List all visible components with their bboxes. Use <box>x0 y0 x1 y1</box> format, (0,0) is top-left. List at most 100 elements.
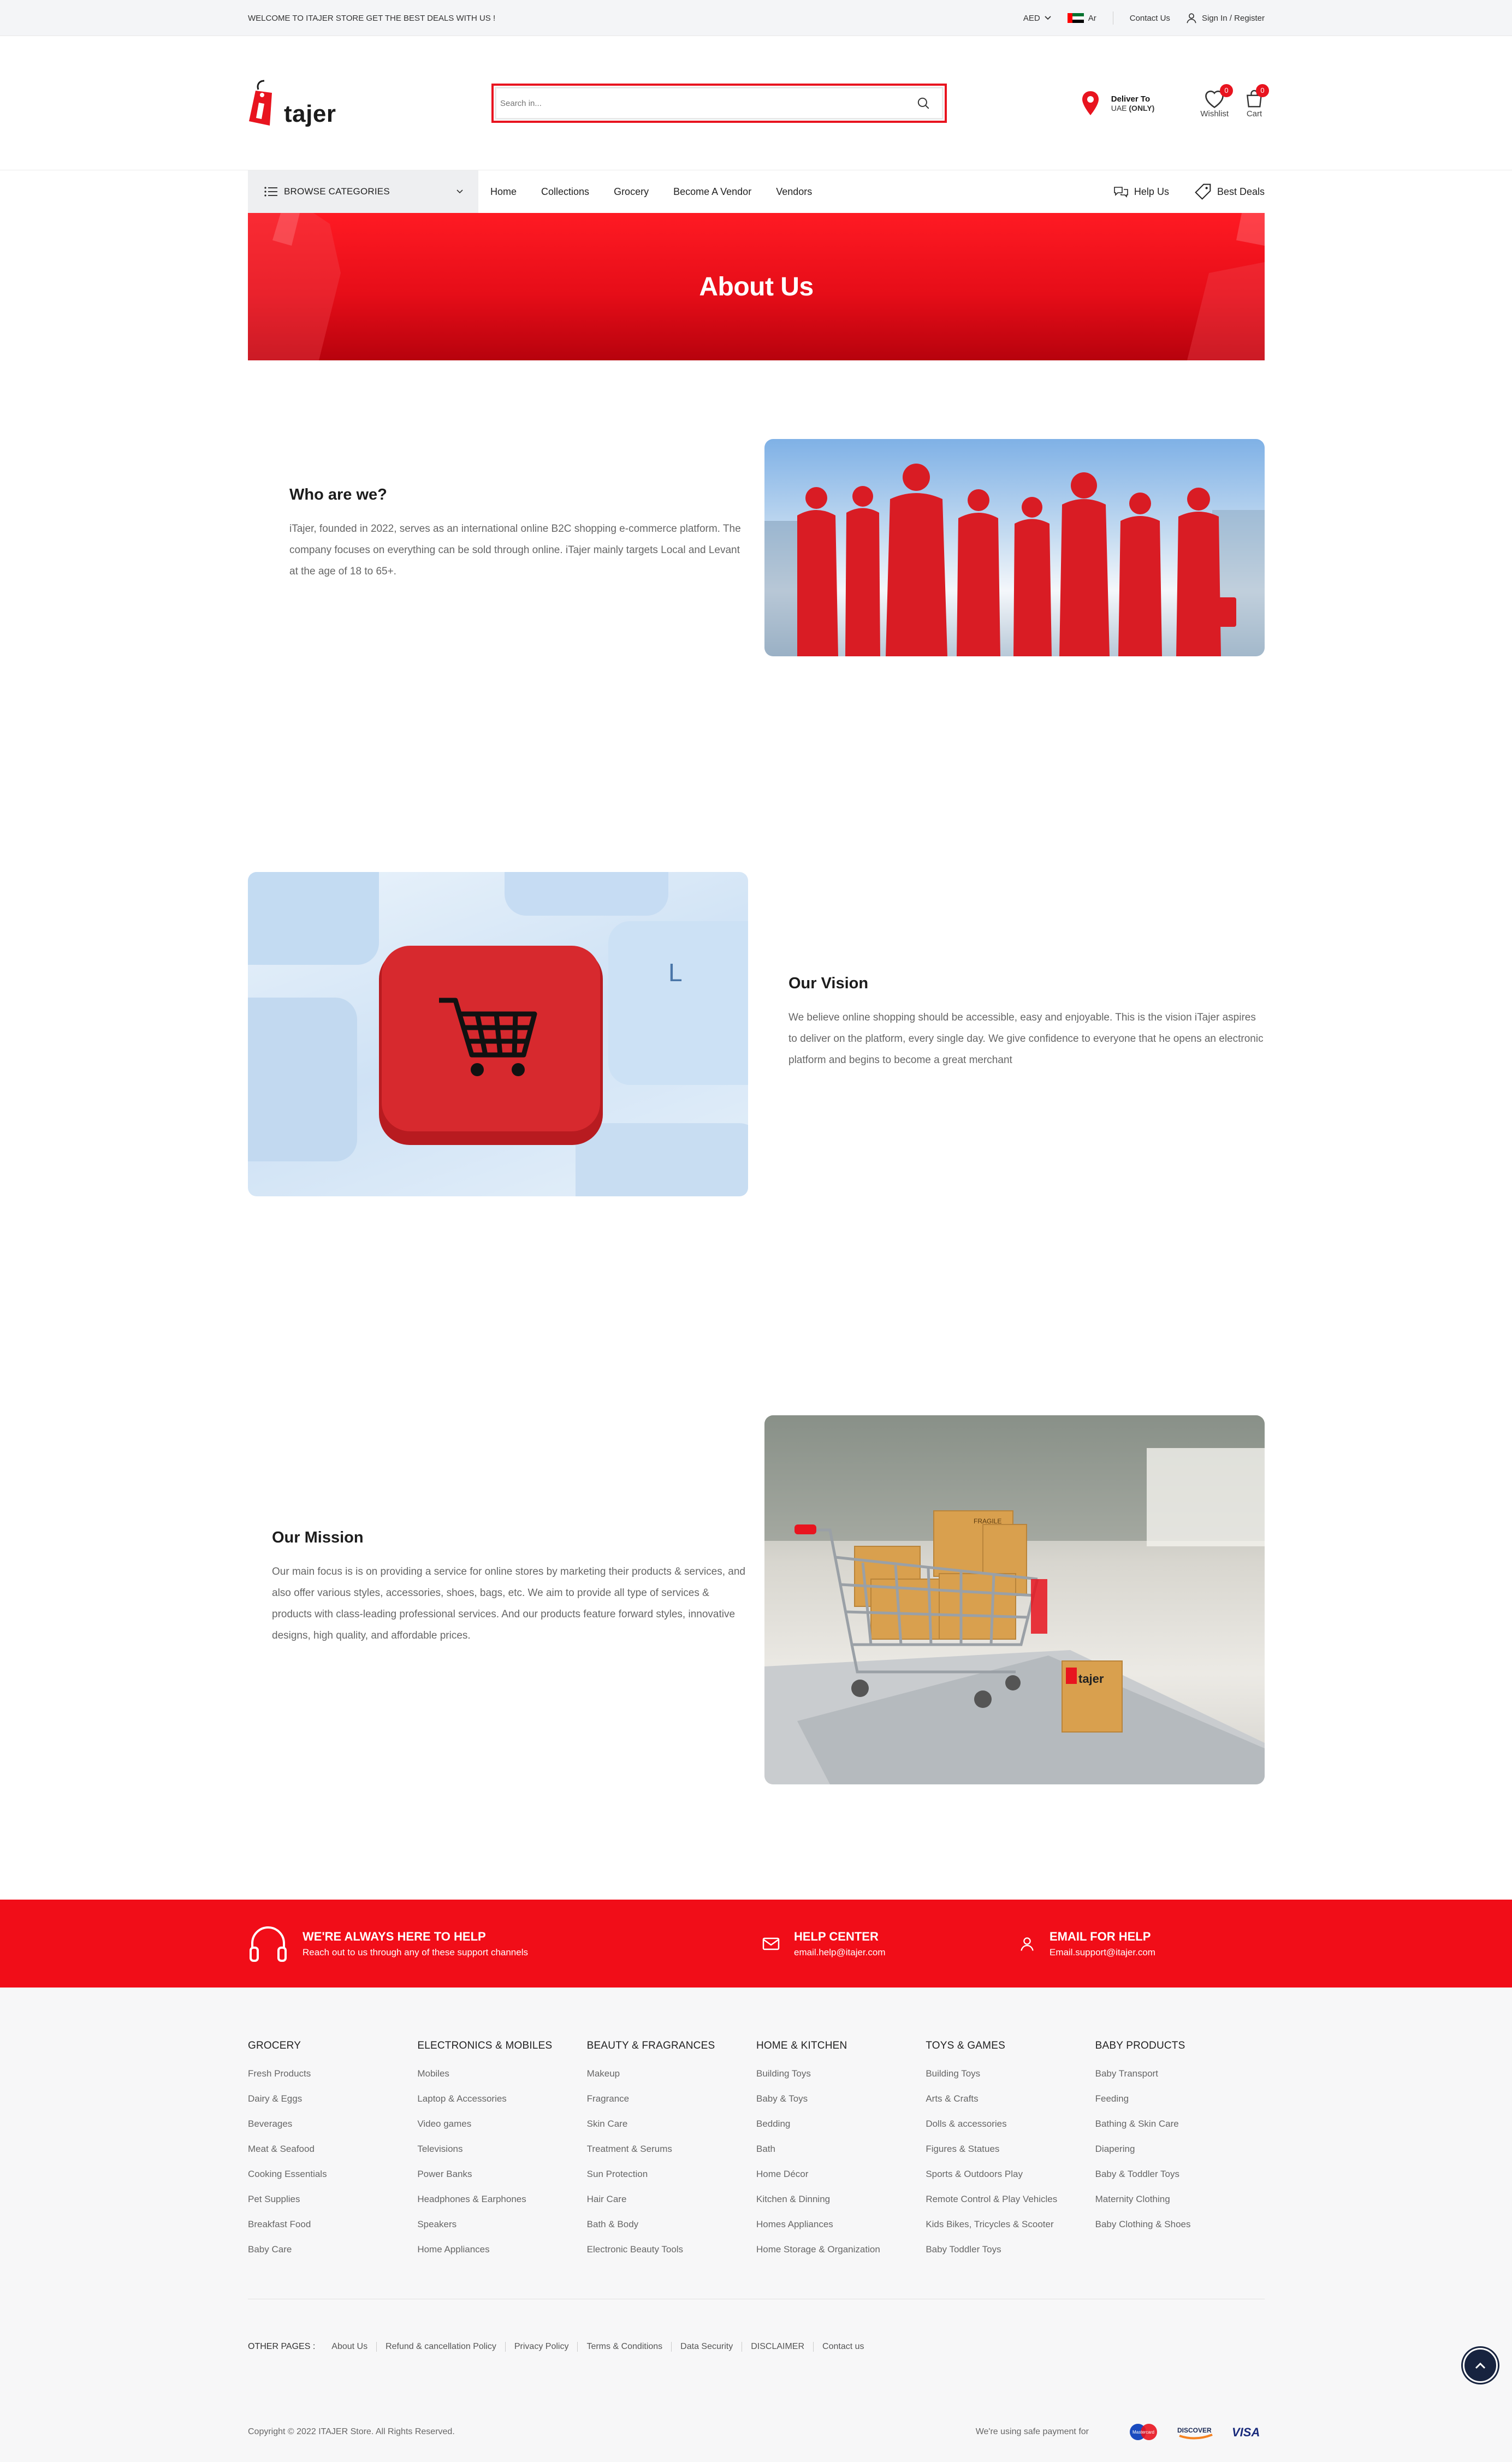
currency-selector[interactable]: AED <box>1023 14 1051 23</box>
footer-link[interactable]: Baby & Toys <box>756 2093 926 2119</box>
box-brand-text: tajer <box>1078 1672 1104 1686</box>
footer-link[interactable]: Baby Toddler Toys <box>926 2244 1095 2269</box>
footer-link[interactable]: Makeup <box>587 2068 756 2093</box>
cart-with-boxes: FRAGILE tajer <box>764 1415 1265 1784</box>
footer-link[interactable]: Baby Transport <box>1095 2068 1265 2093</box>
footer-link[interactable]: Maternity Clothing <box>1095 2194 1265 2219</box>
other-page-link[interactable]: Privacy Policy <box>514 2342 569 2352</box>
footer-link[interactable]: Diapering <box>1095 2144 1265 2169</box>
footer-link[interactable]: Bathing & Skin Care <box>1095 2119 1265 2144</box>
best-deals-label: Best Deals <box>1217 186 1265 197</box>
footer-link[interactable]: Sports & Outdoors Play <box>926 2169 1095 2194</box>
footer-link[interactable]: Fragrance <box>587 2093 756 2119</box>
other-page-link[interactable]: Terms & Conditions <box>586 2342 662 2352</box>
footer-link[interactable]: Arts & Crafts <box>926 2093 1095 2119</box>
footer-link[interactable]: Dairy & Eggs <box>248 2093 417 2119</box>
footer-link[interactable]: Remote Control & Play Vehicles <box>926 2194 1095 2219</box>
footer-link[interactable]: Building Toys <box>926 2068 1095 2093</box>
key-letter: L <box>668 958 683 987</box>
email-for-help[interactable]: EMAIL FOR HELP Email.support@itajer.com <box>1019 1930 1155 1958</box>
other-page-link[interactable]: DISCLAIMER <box>751 2342 804 2352</box>
footer-column: TOYS & GAMES Building Toys Arts & Crafts Do… <box>926 2040 1095 2269</box>
deliver-to[interactable]: Deliver To UAE (ONLY) <box>1081 90 1154 116</box>
link-separator <box>505 2342 506 2352</box>
envelope-icon <box>762 1937 780 1950</box>
best-deals-link[interactable]: Best Deals <box>1194 183 1265 200</box>
footer-link[interactable]: Power Banks <box>417 2169 586 2194</box>
footer-link[interactable]: Meat & Seafood <box>248 2144 417 2169</box>
footer-link[interactable]: Video games <box>417 2119 586 2144</box>
footer-link[interactable]: Bath <box>756 2144 926 2169</box>
help-center-title: HELP CENTER <box>794 1929 879 1943</box>
cart-count: 0 <box>1256 84 1269 97</box>
wishlist-button[interactable]: 0 Wishlist <box>1200 84 1233 118</box>
payment-note: We're using safe payment for <box>975 2427 1089 2436</box>
discover-icon: DISCOVER <box>1177 2427 1213 2440</box>
search-icon[interactable] <box>916 96 930 110</box>
footer-link[interactable]: Figures & Statues <box>926 2144 1095 2169</box>
footer-link[interactable]: Homes Appliances <box>756 2219 926 2244</box>
footer-link[interactable]: Baby & Toddler Toys <box>1095 2169 1265 2194</box>
footer-link[interactable]: Mobiles <box>417 2068 586 2093</box>
visa-icon: VISA <box>1232 2425 1260 2439</box>
footer-link[interactable]: Televisions <box>417 2144 586 2169</box>
footer-link[interactable]: Treatment & Serums <box>587 2144 756 2169</box>
footer-link[interactable]: Home Appliances <box>417 2244 586 2269</box>
footer-link[interactable]: Breakfast Food <box>248 2219 417 2244</box>
help-us-link[interactable]: Help Us <box>1113 186 1169 198</box>
search-input[interactable] <box>500 98 916 108</box>
footer-link[interactable]: Cooking Essentials <box>248 2169 417 2194</box>
nav-item-vendors[interactable]: Vendors <box>776 186 812 198</box>
nav-item-collections[interactable]: Collections <box>541 186 589 198</box>
footer-link[interactable]: Headphones & Earphones <box>417 2194 586 2219</box>
sign-in-link[interactable]: Sign In / Register <box>1185 12 1265 24</box>
other-page-link[interactable]: Data Security <box>680 2342 733 2352</box>
scroll-to-top-button[interactable] <box>1463 2348 1498 2383</box>
help-center[interactable]: HELP CENTER email.help@itajer.com <box>762 1930 1019 1958</box>
footer-link[interactable]: Sun Protection <box>587 2169 756 2194</box>
footer-link[interactable]: Building Toys <box>756 2068 926 2093</box>
footer-link[interactable]: Dolls & accessories <box>926 2119 1095 2144</box>
other-page-link[interactable]: Contact us <box>822 2342 864 2352</box>
footer-link[interactable]: Home Storage & Organization <box>756 2244 926 2269</box>
footer-link[interactable]: Fresh Products <box>248 2068 417 2093</box>
footer-column-title: HOME & KITCHEN <box>756 2040 847 2051</box>
contact-us-link[interactable]: Contact Us <box>1130 14 1170 23</box>
footer-link[interactable]: Baby Care <box>248 2244 417 2269</box>
footer-link[interactable]: Hair Care <box>587 2194 756 2219</box>
currency-value: AED <box>1023 13 1040 23</box>
help-center-email[interactable]: email.help@itajer.com <box>794 1947 886 1958</box>
browse-categories-button[interactable]: BROWSE CATEGORIES <box>248 170 478 213</box>
footer-link[interactable]: Bath & Body <box>587 2219 756 2244</box>
footer-link[interactable]: Feeding <box>1095 2093 1265 2119</box>
mission-image: FRAGILE tajer <box>764 1415 1265 1784</box>
other-pages-label: OTHER PAGES : <box>248 2342 316 2351</box>
footer-link[interactable]: Kitchen & Dinning <box>756 2194 926 2219</box>
search-box[interactable] <box>491 84 947 123</box>
copyright-row: Copyright © 2022 ITAJER Store. All Right… <box>248 2423 1265 2441</box>
nav-item-grocery[interactable]: Grocery <box>614 186 649 198</box>
site-logo[interactable]: tajer <box>248 79 491 128</box>
footer-link[interactable]: Pet Supplies <box>248 2194 417 2219</box>
nav-item-become-vendor[interactable]: Become A Vendor <box>673 186 751 198</box>
footer-link[interactable]: Laptop & Accessories <box>417 2093 586 2119</box>
footer-link[interactable]: Kids Bikes, Tricycles & Scooter <box>926 2219 1095 2244</box>
other-page-link[interactable]: Refund & cancellation Policy <box>386 2342 496 2352</box>
cart-button[interactable]: 0 Cart <box>1244 84 1269 118</box>
main-nav: BROWSE CATEGORIES Home Collections Groce… <box>0 170 1512 213</box>
language-value: Ar <box>1088 13 1096 23</box>
other-page-link[interactable]: About Us <box>331 2342 367 2352</box>
nav-item-home[interactable]: Home <box>490 186 517 198</box>
language-selector[interactable]: Ar <box>1067 13 1096 23</box>
footer-link[interactable]: Home Décor <box>756 2169 926 2194</box>
footer-link[interactable]: Skin Care <box>587 2119 756 2144</box>
footer-link-list: Building Toys Arts & Crafts Dolls & access… <box>926 2068 1095 2269</box>
footer-link[interactable]: Beverages <box>248 2119 417 2144</box>
footer-link[interactable]: Electronic Beauty Tools <box>587 2244 756 2269</box>
email-help-address[interactable]: Email.support@itajer.com <box>1049 1947 1155 1958</box>
footer-link[interactable]: Bedding <box>756 2119 926 2144</box>
footer-link[interactable]: Baby Clothing & Shoes <box>1095 2219 1265 2244</box>
footer-link[interactable]: Speakers <box>417 2219 586 2244</box>
email-help-title: EMAIL FOR HELP <box>1049 1929 1151 1943</box>
discover-text: DISCOVER <box>1177 2427 1212 2434</box>
